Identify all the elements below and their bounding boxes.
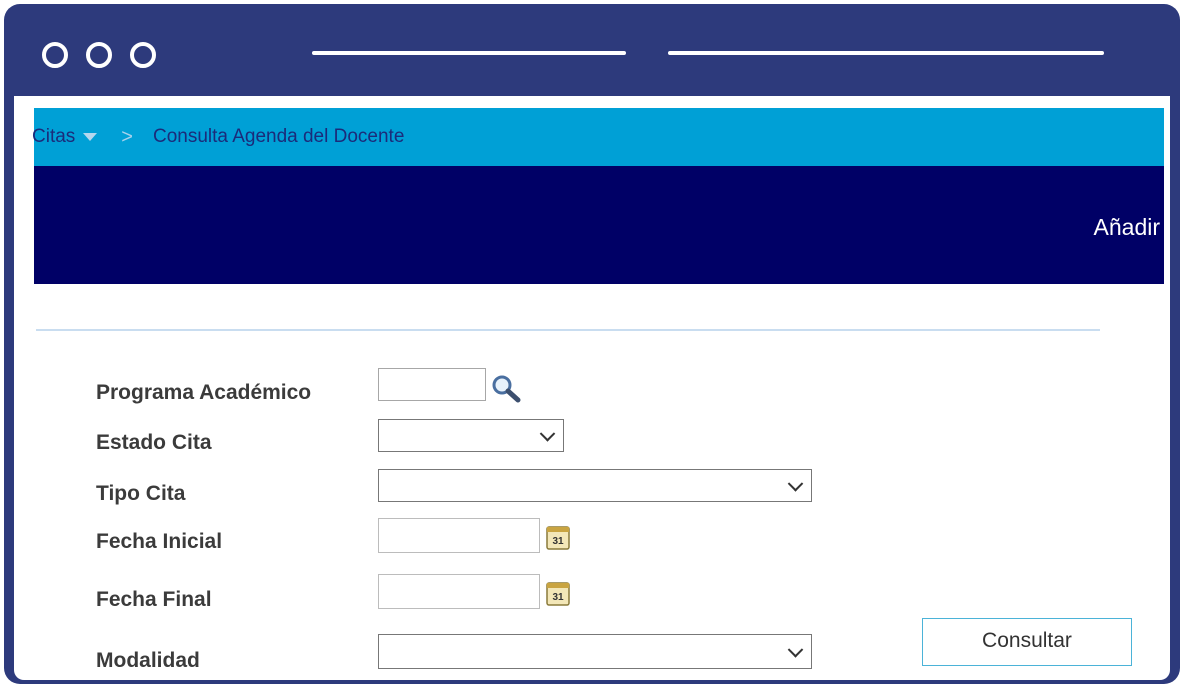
titlebar-decoration-line bbox=[312, 51, 626, 55]
calendar-icon-day: 31 bbox=[552, 536, 564, 547]
chevron-down-icon[interactable] bbox=[83, 133, 98, 141]
chevron-down-icon bbox=[787, 475, 804, 492]
breadcrumb-citas[interactable]: Citas bbox=[32, 126, 75, 148]
tipo-cita-label: Tipo Cita bbox=[96, 482, 186, 505]
page-content: Citas > Consulta Agenda del Docente Añad… bbox=[14, 96, 1170, 680]
window-dot-icon[interactable] bbox=[42, 42, 68, 68]
modalidad-select[interactable] bbox=[378, 634, 812, 669]
estado-cita-label: Estado Cita bbox=[96, 431, 212, 454]
browser-window-frame: Citas > Consulta Agenda del Docente Añad… bbox=[4, 4, 1180, 684]
tipo-cita-select[interactable] bbox=[378, 469, 812, 502]
calendar-icon-day: 31 bbox=[552, 592, 564, 603]
fecha-final-input[interactable] bbox=[378, 574, 540, 609]
breadcrumb: Citas > Consulta Agenda del Docente bbox=[32, 108, 1164, 166]
modalidad-label: Modalidad bbox=[96, 649, 200, 672]
fecha-inicial-label: Fecha Inicial bbox=[96, 530, 223, 553]
fecha-final-label: Fecha Final bbox=[96, 588, 212, 611]
window-dot-icon[interactable] bbox=[130, 42, 156, 68]
window-titlebar bbox=[4, 4, 1180, 96]
breadcrumb-separator: > bbox=[121, 125, 133, 148]
search-icon[interactable] bbox=[490, 373, 522, 403]
calendar-icon[interactable]: 31 bbox=[546, 524, 570, 550]
window-dot-icon[interactable] bbox=[86, 42, 112, 68]
breadcrumb-current-page[interactable]: Consulta Agenda del Docente bbox=[153, 126, 404, 148]
programa-academico-label: Programa Académico bbox=[96, 381, 312, 404]
page-header-band: Añadir bbox=[34, 166, 1164, 284]
titlebar-decoration-line bbox=[668, 51, 1104, 55]
estado-cita-select[interactable] bbox=[378, 419, 564, 452]
add-link[interactable]: Añadir bbox=[1094, 214, 1160, 241]
consultar-button[interactable]: Consultar bbox=[922, 618, 1132, 666]
section-divider bbox=[36, 329, 1100, 331]
calendar-icon[interactable]: 31 bbox=[546, 580, 570, 606]
fecha-inicial-input[interactable] bbox=[378, 518, 540, 553]
programa-academico-input[interactable] bbox=[378, 368, 486, 401]
chevron-down-icon bbox=[539, 425, 556, 442]
chevron-down-icon bbox=[787, 641, 804, 658]
